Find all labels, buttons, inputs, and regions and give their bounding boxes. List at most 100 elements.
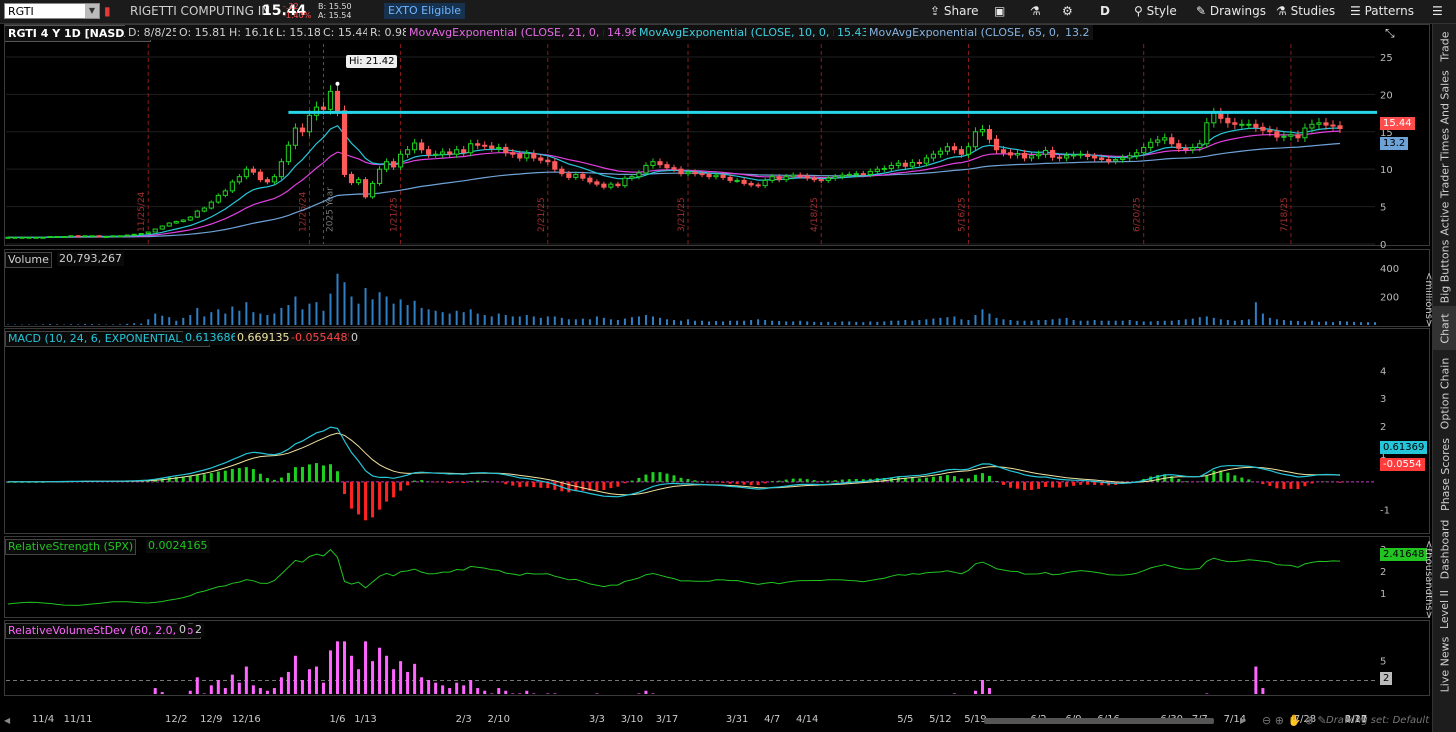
- volume-bar: [147, 319, 150, 325]
- candle-body: [341, 110, 348, 175]
- candle-body: [1085, 153, 1091, 157]
- zoom-in-icon[interactable]: ⊕: [1275, 714, 1288, 727]
- candle-body: [853, 173, 859, 176]
- volume-bar: [806, 321, 809, 325]
- macd-histogram-bar: [777, 480, 781, 482]
- side-tab-phase-scores[interactable]: Phase Scores: [1433, 436, 1456, 512]
- side-tab-live-news[interactable]: Live News: [1433, 634, 1456, 694]
- rs-unit: <thousandths>: [1400, 540, 1434, 619]
- candle-body: [1274, 131, 1280, 138]
- candle-body: [531, 152, 537, 159]
- macd-histogram-bar: [448, 481, 452, 484]
- candle-body: [271, 176, 277, 183]
- menu-button[interactable]: ☰: [1432, 0, 1443, 23]
- right-sidebar: Trade Times And Sales Active Trader Big But…: [1432, 24, 1456, 732]
- macd-histogram-bar: [763, 481, 767, 484]
- candle-body: [1035, 153, 1042, 157]
- candle-body: [720, 174, 726, 178]
- macd-histogram-bar: [1184, 481, 1188, 482]
- volume-bar: [588, 319, 591, 325]
- candle-body: [194, 210, 200, 218]
- macd-histogram-bar: [1037, 481, 1041, 489]
- candle-body: [846, 173, 852, 176]
- macd-histogram-bar: [1275, 481, 1279, 489]
- volume-bar: [329, 293, 332, 325]
- volume-bar: [813, 321, 816, 325]
- candle-body: [832, 176, 838, 179]
- scroll-thumb[interactable]: [984, 718, 1214, 724]
- rvol-bar: [272, 688, 276, 694]
- hand-icon[interactable]: ✋: [1287, 714, 1304, 727]
- macd-histogram-bar: [1093, 481, 1097, 485]
- volume-bar: [399, 299, 402, 325]
- candle-body: [594, 181, 600, 185]
- macd-histogram-bar: [258, 473, 262, 482]
- side-tab-dashboard[interactable]: Dashboard: [1433, 514, 1456, 584]
- event-label: 3/21/25: [677, 197, 687, 232]
- candle-body: [615, 183, 621, 187]
- candle-body: [47, 236, 53, 239]
- side-tab-trade[interactable]: Trade: [1433, 24, 1456, 68]
- candle-body: [348, 173, 355, 184]
- volume-bar: [616, 320, 619, 325]
- macd-histogram-bar: [314, 463, 318, 482]
- rs-tick: 2: [1380, 567, 1386, 578]
- candle-body: [930, 153, 936, 159]
- volume-bar: [189, 315, 192, 325]
- side-tab-level-ii[interactable]: Level II: [1433, 586, 1456, 632]
- scroll-left-icon[interactable]: ◀: [4, 717, 12, 725]
- price-tick: 10: [1380, 165, 1393, 176]
- candle-body: [517, 153, 523, 159]
- event-label: 6/20/25: [1133, 197, 1143, 232]
- macd-histogram-bar: [1296, 481, 1300, 490]
- volume-bar: [511, 316, 514, 325]
- side-tab-times-and-sales[interactable]: Times And Sales: [1433, 70, 1456, 160]
- candle-body: [285, 144, 292, 163]
- chart-canvas[interactable]: 051015202511/25/24 12/26/24 1/21/25 2/21/25…: [0, 0, 1432, 712]
- candle-body: [552, 161, 558, 170]
- drawing-set[interactable]: Drawing set: Default: [1326, 715, 1429, 726]
- candle-body: [1316, 122, 1322, 125]
- macd-histogram-bar: [938, 476, 942, 482]
- side-tab-chart[interactable]: Chart: [1433, 306, 1456, 350]
- volume-bar: [609, 319, 612, 325]
- candle-body: [1162, 137, 1168, 141]
- volume-bar: [49, 324, 52, 325]
- candle-body: [692, 171, 698, 175]
- candle-body: [1049, 149, 1056, 158]
- candle-body: [601, 183, 607, 188]
- rvol-bar: [300, 679, 304, 694]
- macd-histogram-bar: [350, 481, 354, 509]
- macd-histogram-bar: [693, 480, 697, 482]
- rvol-bar: [1254, 666, 1258, 694]
- macd-hist-tag: -0.0554: [1380, 458, 1425, 471]
- side-tab-active-trader[interactable]: Active Trader: [1433, 162, 1456, 236]
- zoom-out-icon[interactable]: ⊖: [1262, 714, 1275, 727]
- rvol-bar: [279, 677, 283, 694]
- zoom-controls[interactable]: ⊖ ⊕ ✋ ⊕ ✎: [1262, 714, 1327, 727]
- volume-bar: [834, 322, 837, 325]
- macd-histogram-bar: [399, 481, 403, 491]
- candle-body: [1281, 135, 1287, 138]
- volume-bar: [294, 296, 297, 325]
- candle-body: [355, 179, 362, 184]
- candle-body: [82, 235, 88, 238]
- volume-bar: [56, 324, 59, 325]
- volume-bar: [974, 315, 977, 325]
- candle-body: [902, 162, 908, 167]
- scale-toggle-icon[interactable]: ⤡: [1385, 26, 1395, 41]
- candle-body: [671, 167, 677, 170]
- time-scrollbar[interactable]: ◀ ▶: [4, 716, 1254, 726]
- volume-bar: [91, 324, 94, 325]
- rvol-bar: [651, 693, 655, 694]
- volume-bar: [245, 302, 248, 325]
- candle-body: [89, 235, 95, 238]
- macd-histogram-bar: [504, 481, 508, 485]
- crosshair-icon[interactable]: ⊕: [1305, 714, 1318, 727]
- side-tab-big-buttons[interactable]: Big Buttons: [1433, 238, 1456, 304]
- volume-bar: [644, 315, 647, 325]
- side-tab-option-chain[interactable]: Option Chain: [1433, 352, 1456, 434]
- rvol-bar: [328, 650, 332, 694]
- scroll-right-icon[interactable]: ▶: [1240, 717, 1248, 725]
- volume-bar: [364, 287, 367, 325]
